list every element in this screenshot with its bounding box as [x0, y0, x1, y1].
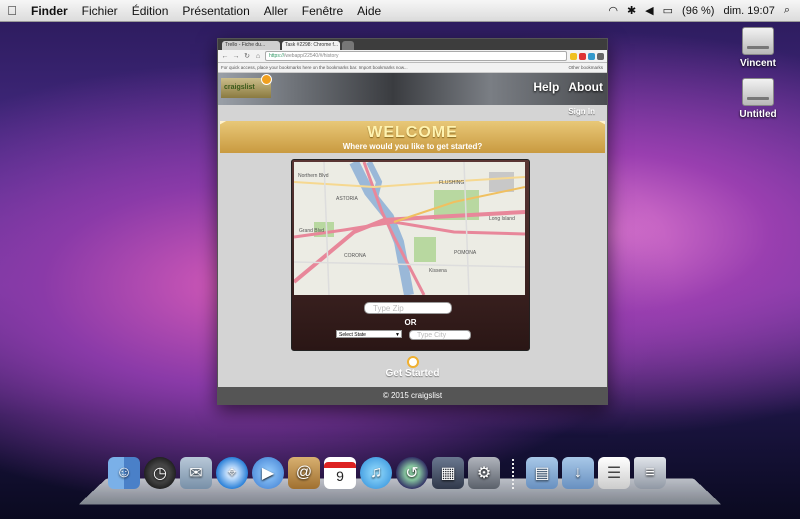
nav-about[interactable]: About [568, 80, 603, 94]
map-label: Long Island [489, 216, 515, 222]
hard-drive-icon [742, 78, 774, 106]
url-path: /webapp/22540/#/history [284, 53, 339, 59]
menu-presentation[interactable]: Présentation [175, 4, 256, 18]
zip-input[interactable]: Type Zip [364, 302, 452, 314]
map-graphic: Northern Blvd ASTORIA CORONA FLUSHING Lo… [292, 160, 526, 296]
star-icon[interactable] [570, 52, 577, 60]
itunes-icon[interactable]: ♫ [360, 457, 392, 489]
menu-aide[interactable]: Aide [350, 4, 388, 18]
menu-icon[interactable] [597, 52, 604, 60]
battery-icon[interactable]: ▭ [663, 4, 673, 17]
other-bookmarks[interactable]: Other bookmarks [568, 63, 607, 72]
address-bar[interactable]: https:///webapp/22540/#/history [265, 51, 567, 61]
back-icon[interactable]: ← [221, 53, 229, 60]
spotlight-icon[interactable]: ⌕ [784, 4, 790, 17]
signin-link[interactable]: Sign In [568, 107, 595, 116]
trash-icon[interactable]: ≡ [634, 457, 666, 489]
url-scheme: https:// [269, 53, 285, 59]
bluetooth-icon[interactable]: ✱ [627, 4, 636, 17]
extension-icon[interactable] [588, 52, 595, 60]
time-machine-icon[interactable]: ↺ [396, 457, 428, 489]
applications-folder-icon[interactable]: ▤ [526, 457, 558, 489]
state-select[interactable]: Select State ▼ [336, 330, 402, 338]
tab-bar: Trello - Fiche du... Task #2298: Chrome … [218, 39, 607, 50]
location-card: Northern Blvd ASTORIA CORONA FLUSHING Lo… [291, 159, 530, 351]
map-label: ASTORIA [336, 196, 359, 202]
dashboard-icon[interactable]: ◷ [144, 457, 176, 489]
menu-fenetre[interactable]: Fenêtre [295, 4, 350, 18]
tab-task[interactable]: Task #2298: Chrome f... [282, 41, 340, 50]
signin-row: Sign In [218, 105, 607, 121]
address-book-icon[interactable]: @ [288, 457, 320, 489]
ical-icon[interactable]: 9 [324, 457, 356, 489]
map-label: POMONA [454, 250, 477, 256]
apple-icon[interactable]:  [0, 3, 24, 18]
dock: ☺ ◷ ✉ ⌖ ▶ @ 9 ♫ ↺ ▦ ⚙ ▤ ↓ ☰ ≡ [108, 457, 666, 489]
site-footer: © 2015 craigslist [218, 387, 607, 404]
finder-icon[interactable]: ☺ [108, 457, 140, 489]
menubar:  Finder Fichier Édition Présentation Al… [0, 0, 800, 22]
nav-help[interactable]: Help [533, 80, 559, 94]
web-page: craigslist Help About Sign In WELCOME Wh… [218, 73, 607, 404]
extension-icon[interactable] [579, 52, 586, 60]
map-label: FLUSHING [439, 180, 464, 186]
forward-icon[interactable]: → [232, 53, 240, 60]
ical-day: 9 [336, 468, 344, 484]
menu-aller[interactable]: Aller [257, 4, 295, 18]
extension-icons [570, 52, 604, 60]
map-label: CORONA [344, 253, 367, 259]
menu-extras: ◠ ✱ ◀ ▭ (96 %) dim. 19:07 ⌕ [608, 4, 800, 17]
safari-icon[interactable]: ⌖ [216, 457, 248, 489]
bookmarks-hint: For quick access, place your bookmarks h… [221, 65, 408, 70]
downloads-folder-icon[interactable]: ↓ [562, 457, 594, 489]
map-label: Kissena [429, 268, 447, 274]
header-nav: Help About [533, 80, 603, 94]
browser-toolbar: ← → ↻ ⌂ https:///webapp/22540/#/history [218, 50, 607, 63]
get-started-button[interactable]: Get Started [218, 356, 607, 379]
map-label: Grand Blvd [299, 228, 324, 234]
city-input[interactable]: Type City [409, 330, 471, 340]
menu-finder[interactable]: Finder [24, 4, 75, 18]
menu-fichier[interactable]: Fichier [75, 4, 125, 18]
state-select-value: Select State [339, 332, 366, 338]
desktop-icon-untitled[interactable]: Untitled [723, 78, 793, 120]
desktop-icon-label: Untitled [739, 109, 777, 120]
map[interactable]: Northern Blvd ASTORIA CORONA FLUSHING Lo… [292, 160, 526, 296]
welcome-subtitle: Where would you like to get started? [342, 142, 483, 151]
get-started-label: Get Started [385, 368, 440, 379]
spaces-icon[interactable]: ▦ [432, 457, 464, 489]
logo-text: craigslist [224, 84, 255, 91]
menu-edition[interactable]: Édition [125, 4, 176, 18]
wifi-icon[interactable]: ◠ [608, 4, 618, 17]
home-icon[interactable]: ⌂ [254, 53, 262, 60]
system-preferences-icon[interactable]: ⚙ [468, 457, 500, 489]
dock-separator [512, 459, 514, 489]
or-divider: OR [404, 318, 417, 327]
clock[interactable]: dim. 19:07 [723, 5, 774, 17]
bookmarks-bar: For quick access, place your bookmarks h… [218, 63, 607, 73]
reload-icon[interactable]: ↻ [243, 52, 251, 60]
battery-percent: (96 %) [682, 4, 715, 17]
preview-icon[interactable]: ☰ [598, 457, 630, 489]
desktop-icon-label: Vincent [740, 58, 776, 69]
mail-icon[interactable]: ✉ [180, 457, 212, 489]
desktop-icon-vincent[interactable]: Vincent [723, 27, 793, 69]
new-tab-button[interactable] [342, 41, 354, 50]
site-header: craigslist Help About [218, 73, 607, 105]
browser-window: Trello - Fiche du... Task #2298: Chrome … [217, 38, 608, 405]
volume-icon[interactable]: ◀ [645, 4, 653, 17]
welcome-banner: WELCOME Where would you like to get star… [220, 121, 605, 153]
map-label: Northern Blvd [298, 173, 329, 179]
hard-drive-icon [742, 27, 774, 55]
logo-badge-icon [261, 74, 272, 85]
tab-trello[interactable]: Trello - Fiche du... [222, 41, 280, 50]
welcome-title: WELCOME [367, 124, 458, 141]
chevron-down-icon: ▼ [395, 332, 400, 338]
ichat-icon[interactable]: ▶ [252, 457, 284, 489]
circle-icon [406, 356, 419, 368]
